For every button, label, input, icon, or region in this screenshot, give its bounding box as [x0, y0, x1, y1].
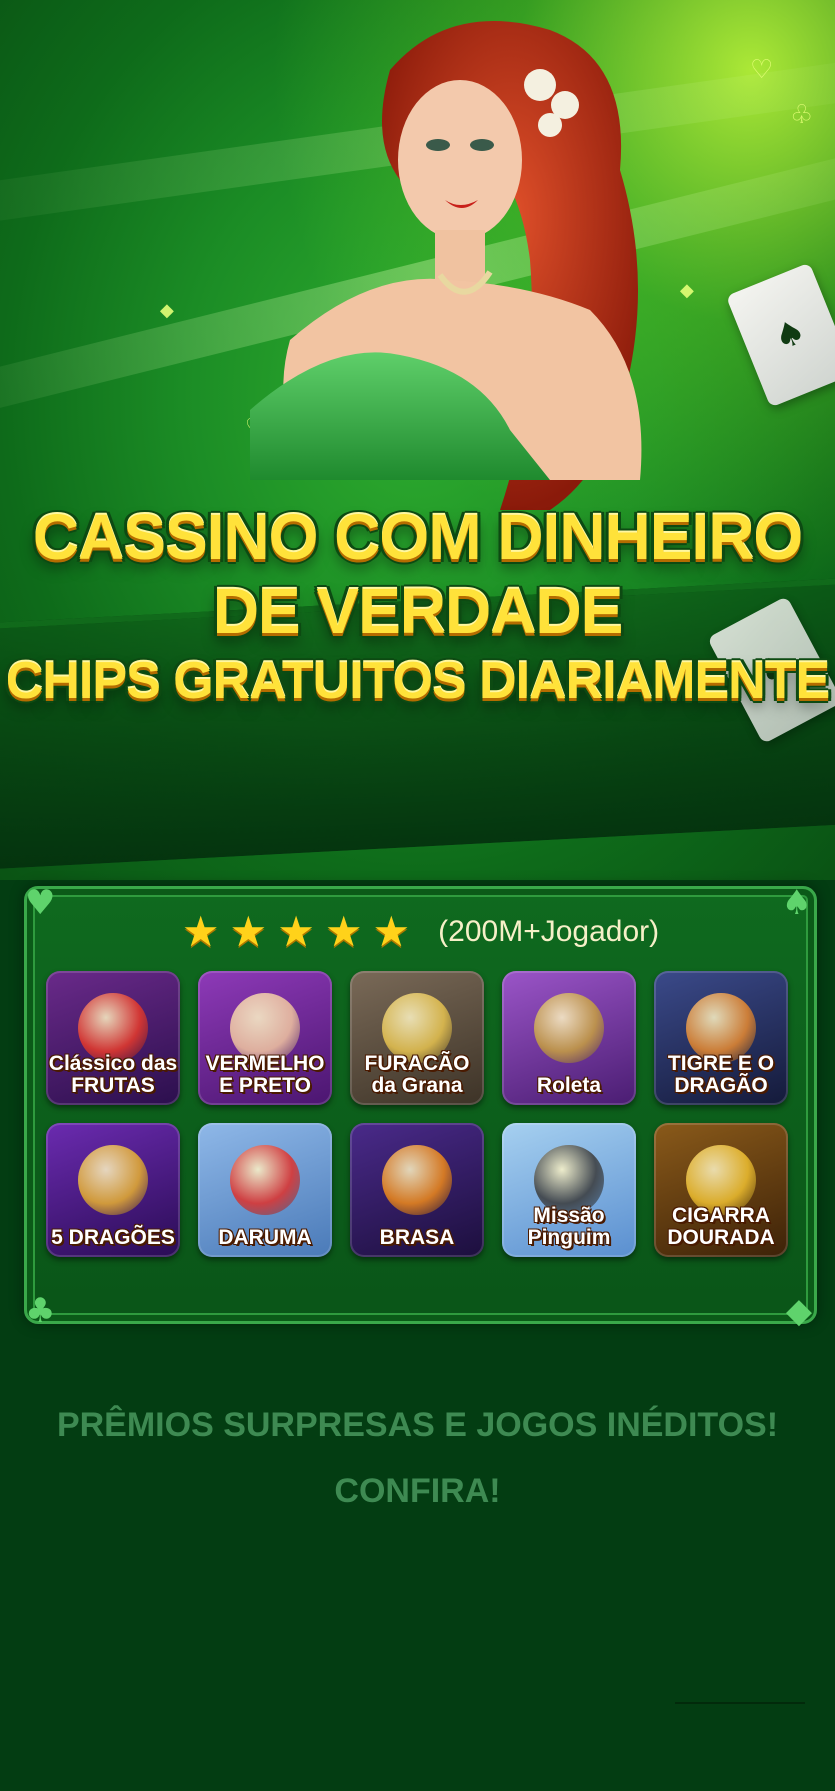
game-title: Roleta: [536, 1074, 602, 1097]
game-title: CIGARRA DOURADA: [667, 1204, 775, 1249]
game-art: [382, 1145, 452, 1215]
hero-banner: ♠ ♠ ♡ ♧ ♡ ◆ ◆ CASSINO COM DINHEIRO: [0, 0, 835, 880]
heart-icon: ♡: [750, 55, 774, 85]
game-title: Missão Pinguim: [527, 1204, 611, 1249]
games-panel: ♥ ♠ ♣ ◆ ★ ★ ★ ★ ★ (200M+Jogador) Clássic…: [24, 883, 817, 1331]
game-art: [534, 993, 604, 1063]
promo-text: PRÊMIOS SURPRESAS E JOGOS INÉDITOS! CONF…: [0, 1392, 835, 1524]
game-title: Clássico das FRUTAS: [48, 1052, 178, 1097]
star-icon: ★: [324, 907, 363, 956]
player-rating: ★ ★ ★ ★ ★ (200M+Jogador): [27, 911, 814, 953]
club-icon: ♧: [790, 100, 814, 130]
game-title: DARUMA: [218, 1226, 312, 1249]
game-title: FURACÃO da Grana: [364, 1052, 470, 1097]
club-icon: ♣: [25, 1291, 56, 1331]
game-tile[interactable]: Clássico das FRUTAS: [46, 971, 180, 1105]
game-tile[interactable]: Missão Pinguim: [502, 1123, 636, 1257]
star-icon: ★: [372, 907, 411, 956]
game-title: VERMELHO E PRETO: [205, 1052, 325, 1097]
spade-icon: ♠: [768, 310, 812, 360]
hostess-illustration: [250, 21, 642, 510]
game-art: [78, 1145, 148, 1215]
game-art: [230, 1145, 300, 1215]
game-title: 5 DRAGÕES: [51, 1226, 175, 1249]
diamond-icon: ◆: [785, 1291, 812, 1331]
headline-line-1: CASSINO COM DINHEIRO: [32, 501, 803, 573]
star-icon: ★: [277, 907, 315, 956]
game-tile[interactable]: BRASA: [350, 1123, 484, 1257]
game-tile[interactable]: CIGARRA DOURADA: [654, 1123, 788, 1257]
game-tile[interactable]: Roleta: [502, 971, 636, 1105]
star-icon: ★: [181, 907, 220, 956]
game-tile[interactable]: 5 DRAGÕES: [46, 1123, 180, 1257]
game-tile[interactable]: TIGRE E O DRAGÃO: [654, 971, 788, 1105]
headline-line-3: CHIPS GRATUITOS DIARIAMENTE: [5, 652, 830, 710]
playing-card: ♠: [725, 262, 835, 408]
diamond-icon: ◆: [160, 300, 174, 321]
player-count: (200M+Jogador): [438, 915, 660, 948]
game-title: BRASA: [379, 1226, 455, 1249]
divider: [675, 1702, 805, 1704]
games-grid: Clássico das FRUTAS VERMELHO E PRETO FURAC…: [46, 971, 796, 1257]
promo-line-2: CONFIRA!: [334, 1472, 501, 1510]
headline-line-2: DE VERDADE: [212, 575, 624, 647]
game-tile[interactable]: FURACÃO da Grana: [350, 971, 484, 1105]
game-tile[interactable]: VERMELHO E PRETO: [198, 971, 332, 1105]
game-tile[interactable]: DARUMA: [198, 1123, 332, 1257]
game-title: TIGRE E O DRAGÃO: [667, 1052, 775, 1097]
star-icon: ★: [229, 907, 268, 956]
headline: CASSINO COM DINHEIRO DE VERDADE CHIPS GR…: [0, 500, 835, 714]
promo-line-1: PRÊMIOS SURPRESAS E JOGOS INÉDITOS!: [56, 1406, 779, 1444]
